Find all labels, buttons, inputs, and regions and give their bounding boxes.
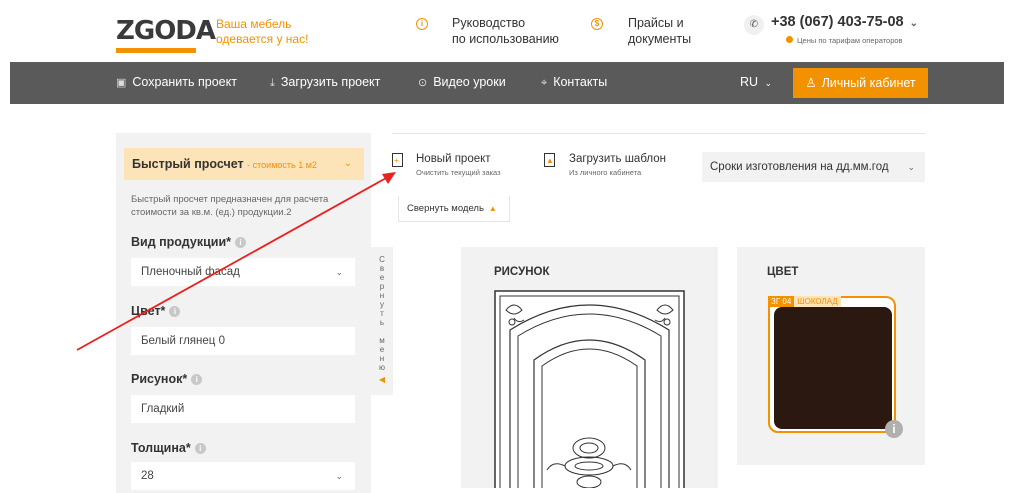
- color-swatch[interactable]: [774, 307, 892, 429]
- prices-link[interactable]: Прайсы и документы: [628, 15, 691, 47]
- chevron-down-icon[interactable]: ⌄: [910, 18, 918, 29]
- quick-calc-title: Быстрый просчет: [132, 157, 244, 171]
- video-lessons-label: Видео уроки: [433, 75, 506, 89]
- arrow-up-icon: ▲: [488, 204, 497, 213]
- load-template-sub: Из личного кабинета: [569, 168, 642, 177]
- load-template-button[interactable]: Загрузить шаблон Из личного кабинета: [569, 152, 666, 180]
- collapse-model-button[interactable]: Свернуть модель ▲: [398, 196, 510, 222]
- guide-line-2: по использованию: [452, 32, 559, 46]
- chevron-down-icon: ⌄: [343, 158, 352, 169]
- prices-line-2: документы: [628, 32, 692, 46]
- warning-dot-icon: [786, 36, 793, 43]
- info-icon[interactable]: i: [194, 443, 206, 454]
- pattern-label: Рисунок* i: [131, 372, 203, 386]
- collapse-menu-tab[interactable]: Свернуть меню ◀: [371, 247, 393, 395]
- pattern-value: Гладкий: [141, 403, 185, 415]
- thickness-select[interactable]: 28 ⌄: [131, 462, 355, 490]
- quick-calc-description: Быстрый просчет предназначен для расчета…: [131, 194, 329, 218]
- logo-underline: [116, 48, 196, 53]
- chevron-down-icon: ⌄: [907, 162, 915, 172]
- tagline-line-1: Ваша мебель: [216, 17, 292, 31]
- prices-line-1: Прайсы и: [628, 16, 684, 30]
- chevron-down-icon: ⌄: [335, 471, 343, 481]
- language-label: RU: [740, 75, 759, 89]
- chevron-down-icon: ⌄: [764, 78, 773, 88]
- phone-note-text: Цены по тарифам операторов: [797, 36, 903, 45]
- deadline-label: Сроки изготовления на дд.мм.год: [710, 161, 889, 173]
- contacts-label: Контакты: [553, 75, 608, 89]
- chevron-down-icon: ⌄: [335, 267, 343, 277]
- contacts-button[interactable]: ⌖ Контакты: [541, 75, 607, 90]
- new-project-sub: Очистить текущий заказ: [416, 168, 501, 177]
- save-icon: ▣: [116, 77, 127, 89]
- product-type-label-text: Вид продукции*: [131, 235, 231, 249]
- color-label-text: Цвет*: [131, 304, 166, 318]
- new-project-label: Новый проект: [416, 153, 491, 165]
- info-icon[interactable]: i: [885, 420, 903, 438]
- load-template-label: Загрузить шаблон: [569, 153, 666, 165]
- product-type-value: Пленочный фасад: [141, 266, 240, 278]
- collapse-model-label: Свернуть модель: [407, 203, 484, 214]
- pattern-card-title: РИСУНОК: [494, 266, 550, 278]
- swatch-name: ШОКОЛАД: [794, 296, 841, 307]
- dollar-icon: $: [591, 18, 603, 30]
- pattern-field[interactable]: Гладкий: [131, 395, 355, 423]
- arrow-left-icon: ◀: [378, 375, 386, 384]
- thickness-label-text: Толщина*: [131, 441, 191, 455]
- thickness-label: Толщина* i: [131, 441, 206, 455]
- product-type-label: Вид продукции* i: [131, 235, 246, 249]
- color-value: Белый глянец 0: [141, 335, 225, 347]
- phone-text: +38 (067) 403-75-08: [771, 14, 904, 30]
- info-icon[interactable]: i: [235, 237, 246, 248]
- deadline-select[interactable]: Сроки изготовления на дд.мм.год ⌄: [702, 152, 925, 182]
- location-pin-icon: ⌖: [541, 77, 548, 89]
- download-icon: ⤓: [270, 77, 275, 89]
- phone-number[interactable]: +38 (067) 403-75-08 ⌄: [771, 14, 918, 30]
- info-icon: i: [416, 18, 428, 30]
- color-label: Цвет* i: [131, 304, 181, 318]
- pattern-label-text: Рисунок*: [131, 372, 188, 386]
- load-project-label: Загрузить проект: [280, 75, 381, 89]
- guide-line-1: Руководство: [452, 16, 526, 30]
- template-document-icon: ▲: [544, 153, 555, 167]
- info-icon[interactable]: i: [169, 306, 181, 317]
- personal-cabinet-label: Личный кабинет: [821, 76, 916, 90]
- user-icon: ♙: [805, 76, 817, 90]
- tagline-line-2: одевается у нас!: [216, 32, 309, 46]
- logo-text: ZGODA: [116, 16, 216, 46]
- save-project-button[interactable]: ▣ Сохранить проект: [116, 75, 237, 89]
- thickness-value: 28: [141, 470, 154, 482]
- color-field[interactable]: Белый глянец 0: [131, 327, 355, 355]
- load-project-button[interactable]: ⤓ Загрузить проект: [270, 75, 380, 90]
- quick-calc-dropdown[interactable]: Быстрый просчет - стоимость 1 м2 ⌄: [124, 148, 364, 180]
- info-icon[interactable]: i: [191, 374, 203, 385]
- collapse-menu-text: Свернуть меню: [379, 255, 385, 372]
- play-icon: ⊙: [418, 77, 428, 89]
- swatch-code: ЗГ 04: [768, 296, 795, 307]
- quick-calc-sub: - стоимость 1 м2: [247, 160, 317, 170]
- video-lessons-button[interactable]: ⊙ Видео уроки: [418, 75, 506, 89]
- toolbar-divider: [392, 133, 925, 134]
- product-type-select[interactable]: Пленочный фасад ⌄: [131, 258, 355, 286]
- new-project-button[interactable]: Новый проект Очистить текущий заказ: [416, 152, 501, 180]
- personal-cabinet-button[interactable]: ♙ Личный кабинет: [793, 68, 928, 98]
- guide-link[interactable]: Руководство по использованию: [452, 15, 559, 47]
- language-select[interactable]: RU ⌄: [740, 75, 772, 89]
- tagline: Ваша мебель одевается у нас!: [216, 17, 308, 47]
- door-pattern-image[interactable]: [494, 290, 685, 488]
- logo[interactable]: ZGODA: [116, 14, 216, 53]
- phone-icon: ✆: [744, 15, 764, 35]
- color-swatch-tag: ЗГ 04 ШОКОЛАД: [768, 296, 841, 307]
- save-project-label: Сохранить проект: [132, 75, 237, 89]
- new-document-icon: +: [392, 153, 403, 167]
- color-card-title: ЦВЕТ: [767, 266, 799, 278]
- phone-note: Цены по тарифам операторов: [786, 36, 903, 45]
